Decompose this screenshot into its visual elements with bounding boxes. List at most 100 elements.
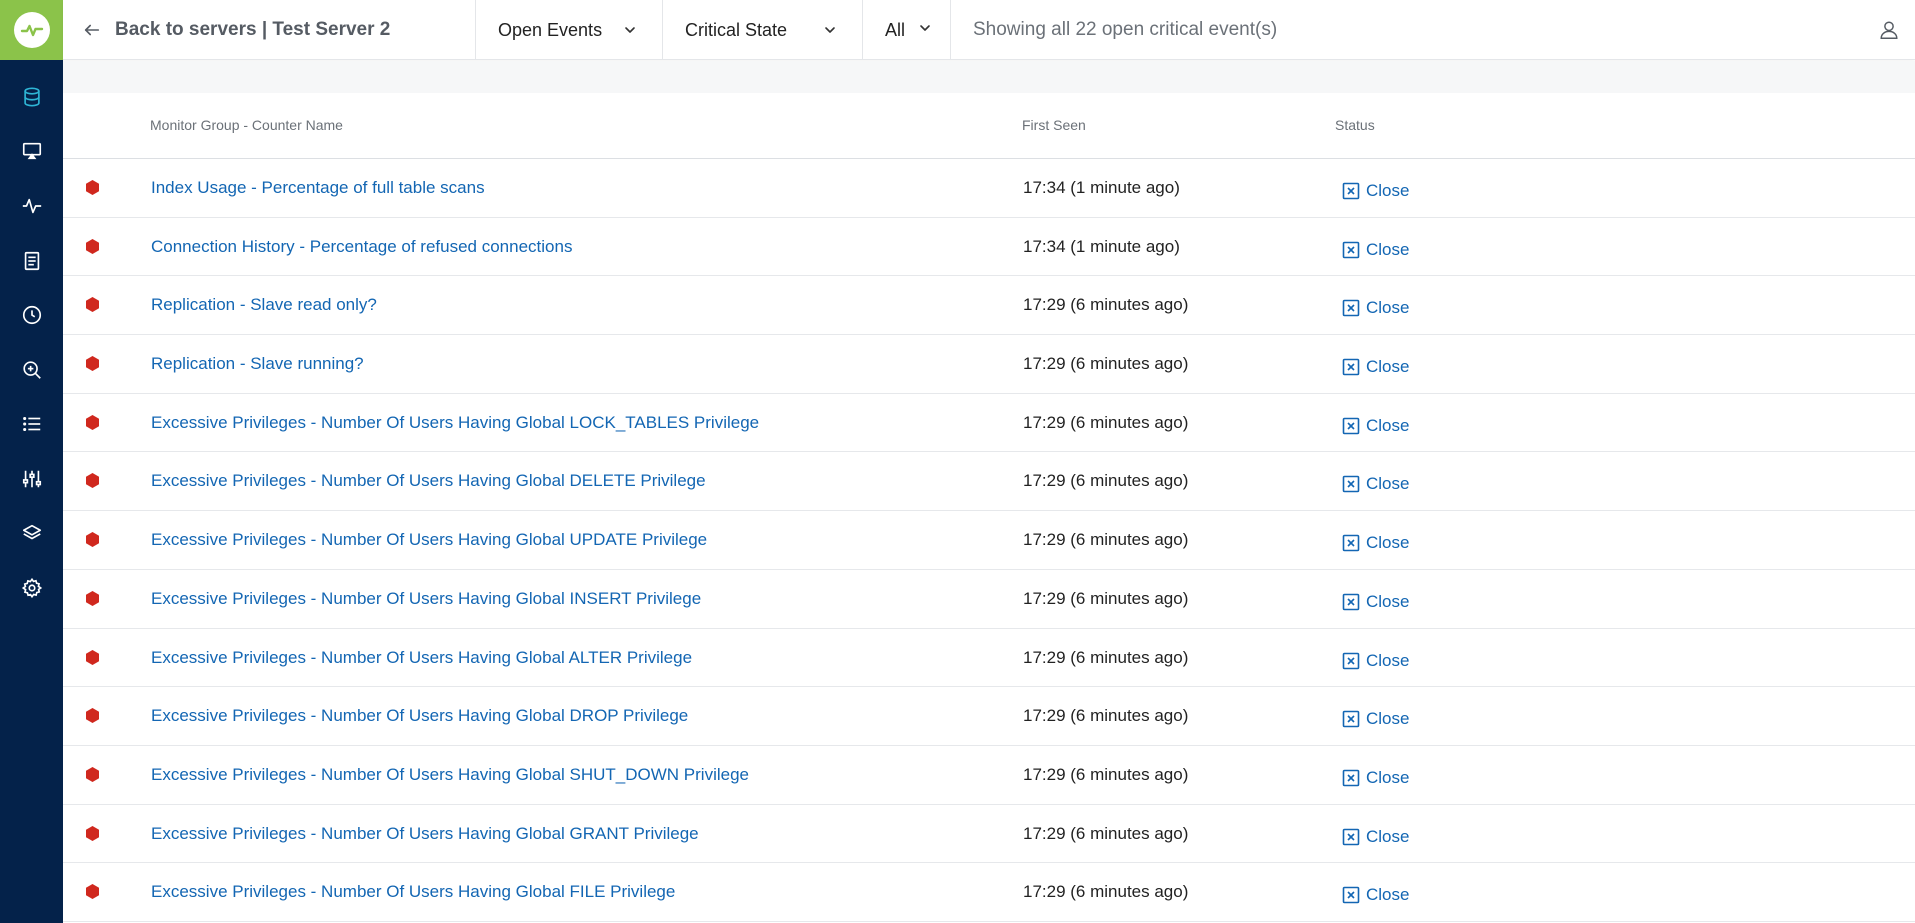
scope-filter-value: All — [885, 19, 906, 40]
close-event-button[interactable]: Close — [1342, 474, 1409, 494]
close-label: Close — [1366, 474, 1410, 494]
close-label: Close — [1366, 709, 1410, 729]
close-label: Close — [1366, 357, 1410, 377]
close-event-button[interactable]: Close — [1342, 298, 1409, 318]
close-box-icon — [1342, 652, 1360, 669]
chevron-down-icon — [825, 27, 835, 33]
counter-name-link[interactable]: Excessive Privileges - Number Of Users H… — [151, 765, 749, 785]
close-label: Close — [1366, 591, 1410, 611]
table-row: Excessive Privileges - Number Of Users H… — [63, 687, 1915, 746]
close-event-button[interactable]: Close — [1342, 240, 1409, 260]
first-seen-value: 17:29 (6 minutes ago) — [1023, 882, 1189, 902]
close-label: Close — [1366, 181, 1410, 200]
close-label: Close — [1366, 650, 1410, 670]
close-box-icon — [1342, 593, 1360, 611]
back-link-label: Back to servers | Test Server 2 — [115, 19, 391, 40]
close-box-icon — [1342, 828, 1360, 845]
pulse-icon — [22, 198, 41, 214]
app-window: Back to servers | Test Server 2 Open Eve… — [0, 0, 1915, 923]
back-to-servers-link[interactable]: Back to servers | Test Server 2 — [63, 0, 476, 60]
close-label: Close — [1366, 298, 1410, 318]
list-icon — [22, 416, 40, 432]
events-filter-value: Open Events — [498, 19, 603, 40]
close-event-button[interactable]: Close — [1342, 592, 1409, 612]
close-event-button[interactable]: Close — [1342, 651, 1409, 671]
counter-name-link[interactable]: Connection History - Percentage of refus… — [151, 237, 572, 257]
counter-name-link[interactable]: Excessive Privileges - Number Of Users H… — [151, 882, 675, 902]
sidebar-item-settings-sliders[interactable] — [0, 456, 63, 502]
critical-status-icon — [86, 766, 99, 782]
counter-name-link[interactable]: Excessive Privileges - Number Of Users H… — [151, 706, 688, 726]
close-box-icon — [1342, 241, 1360, 258]
state-filter-value: Critical State — [685, 19, 788, 40]
critical-status-icon — [86, 238, 99, 254]
events-filter-dropdown[interactable]: Open Events — [476, 0, 663, 60]
close-event-button[interactable]: Close — [1342, 885, 1409, 905]
counter-name-link[interactable]: Index Usage - Percentage of full table s… — [151, 178, 485, 198]
counter-name-link[interactable]: Excessive Privileges - Number Of Users H… — [151, 413, 759, 433]
counter-name-link[interactable]: Excessive Privileges - Number Of Users H… — [151, 530, 707, 550]
close-event-button[interactable]: Close — [1342, 181, 1409, 201]
sidebar-item-list[interactable] — [0, 401, 63, 447]
table-row: Excessive Privileges - Number Of Users H… — [63, 570, 1915, 629]
table-row: Excessive Privileges - Number Of Users H… — [63, 863, 1915, 922]
sidebar-item-layers[interactable] — [0, 510, 63, 556]
critical-status-icon — [86, 473, 99, 489]
sidebar-item-monitor[interactable] — [0, 128, 63, 174]
table-row: Connection History - Percentage of refus… — [63, 218, 1915, 277]
close-box-icon — [1342, 886, 1360, 904]
close-label: Close — [1366, 885, 1410, 905]
document-icon — [24, 251, 39, 271]
column-header-name: Monitor Group - Counter Name — [150, 117, 343, 133]
close-event-button[interactable]: Close — [1342, 827, 1409, 847]
zoom-in-icon — [22, 361, 41, 379]
sidebar-item-reports[interactable] — [0, 238, 63, 284]
first-seen-value: 17:29 (6 minutes ago) — [1023, 412, 1189, 432]
sidebar-item-database[interactable] — [0, 74, 63, 120]
sidebar-item-activity[interactable] — [0, 183, 63, 229]
database-icon — [23, 87, 40, 107]
scope-filter-dropdown[interactable]: All — [863, 0, 951, 60]
first-seen-value: 17:29 (6 minutes ago) — [1023, 706, 1189, 726]
counter-name-link[interactable]: Excessive Privileges - Number Of Users H… — [151, 824, 699, 844]
arrow-left-icon — [84, 24, 100, 36]
first-seen-value: 17:29 (6 minutes ago) — [1023, 295, 1189, 315]
sidebar — [0, 0, 63, 923]
first-seen-value: 17:29 (6 minutes ago) — [1023, 471, 1189, 491]
first-seen-value: 17:34 (1 minute ago) — [1023, 236, 1180, 256]
top-bar: Back to servers | Test Server 2 Open Eve… — [63, 0, 1915, 60]
table-body: Index Usage - Percentage of full table s… — [63, 159, 1915, 922]
critical-status-icon — [86, 297, 99, 313]
close-event-button[interactable]: Close — [1342, 416, 1409, 436]
clock-icon — [22, 305, 41, 325]
close-event-button[interactable]: Close — [1342, 709, 1409, 729]
column-header-first-seen: First Seen — [1022, 117, 1086, 133]
counter-name-link[interactable]: Excessive Privileges - Number Of Users H… — [151, 471, 706, 491]
counter-name-link[interactable]: Replication - Slave running? — [151, 354, 364, 374]
first-seen-value: 17:29 (6 minutes ago) — [1023, 588, 1189, 608]
counter-name-link[interactable]: Replication - Slave read only? — [151, 295, 377, 315]
critical-status-icon — [86, 590, 99, 606]
sidebar-item-settings[interactable] — [0, 565, 63, 611]
chevron-down-icon — [920, 25, 930, 31]
first-seen-value: 17:34 (1 minute ago) — [1023, 178, 1180, 197]
sidebar-item-history[interactable] — [0, 292, 63, 338]
user-icon[interactable] — [1878, 19, 1900, 41]
close-event-button[interactable]: Close — [1342, 357, 1409, 377]
close-box-icon — [1342, 300, 1360, 317]
counter-name-link[interactable]: Excessive Privileges - Number Of Users H… — [151, 648, 692, 668]
close-event-button[interactable]: Close — [1342, 533, 1409, 553]
critical-status-icon — [86, 649, 99, 665]
toolbar-spacer — [63, 61, 1915, 93]
state-filter-dropdown[interactable]: Critical State — [663, 0, 863, 60]
counter-name-link[interactable]: Excessive Privileges - Number Of Users H… — [151, 589, 701, 609]
sidebar-item-search[interactable] — [0, 347, 63, 393]
gear-icon — [21, 577, 42, 599]
table-row: Replication - Slave read only? 17:29 (6 m… — [63, 276, 1915, 336]
app-logo[interactable] — [0, 0, 63, 60]
critical-status-icon — [86, 884, 99, 900]
close-event-button[interactable]: Close — [1342, 768, 1409, 788]
critical-status-icon — [86, 532, 99, 548]
first-seen-value: 17:29 (6 minutes ago) — [1023, 823, 1189, 843]
monitor-icon — [22, 142, 41, 160]
